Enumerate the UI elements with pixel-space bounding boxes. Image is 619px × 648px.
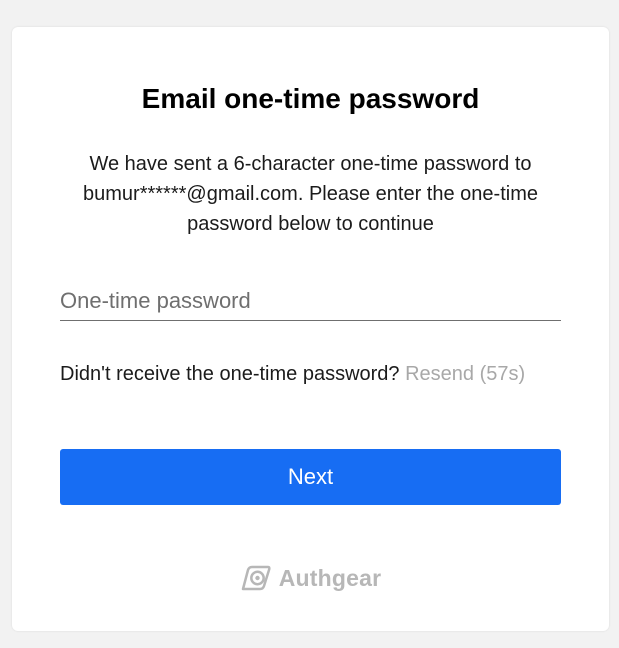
resend-prompt: Didn't receive the one-time password? bbox=[60, 363, 400, 385]
page-title: Email one-time password bbox=[141, 83, 480, 114]
authgear-branding: Authgear bbox=[12, 564, 609, 592]
resend-link[interactable]: Resend (57s) bbox=[405, 363, 525, 385]
authgear-logo-icon bbox=[241, 565, 271, 591]
one-time-password-input[interactable] bbox=[60, 281, 561, 321]
otp-card: Email one-time password We have sent a 6… bbox=[12, 27, 609, 631]
resend-row: Didn't receive the one-time password? Re… bbox=[60, 361, 525, 387]
otp-description: We have sent a 6-character one-time pass… bbox=[83, 153, 538, 235]
next-button[interactable]: Next bbox=[60, 449, 561, 505]
authgear-brand-name: Authgear bbox=[278, 564, 382, 591]
